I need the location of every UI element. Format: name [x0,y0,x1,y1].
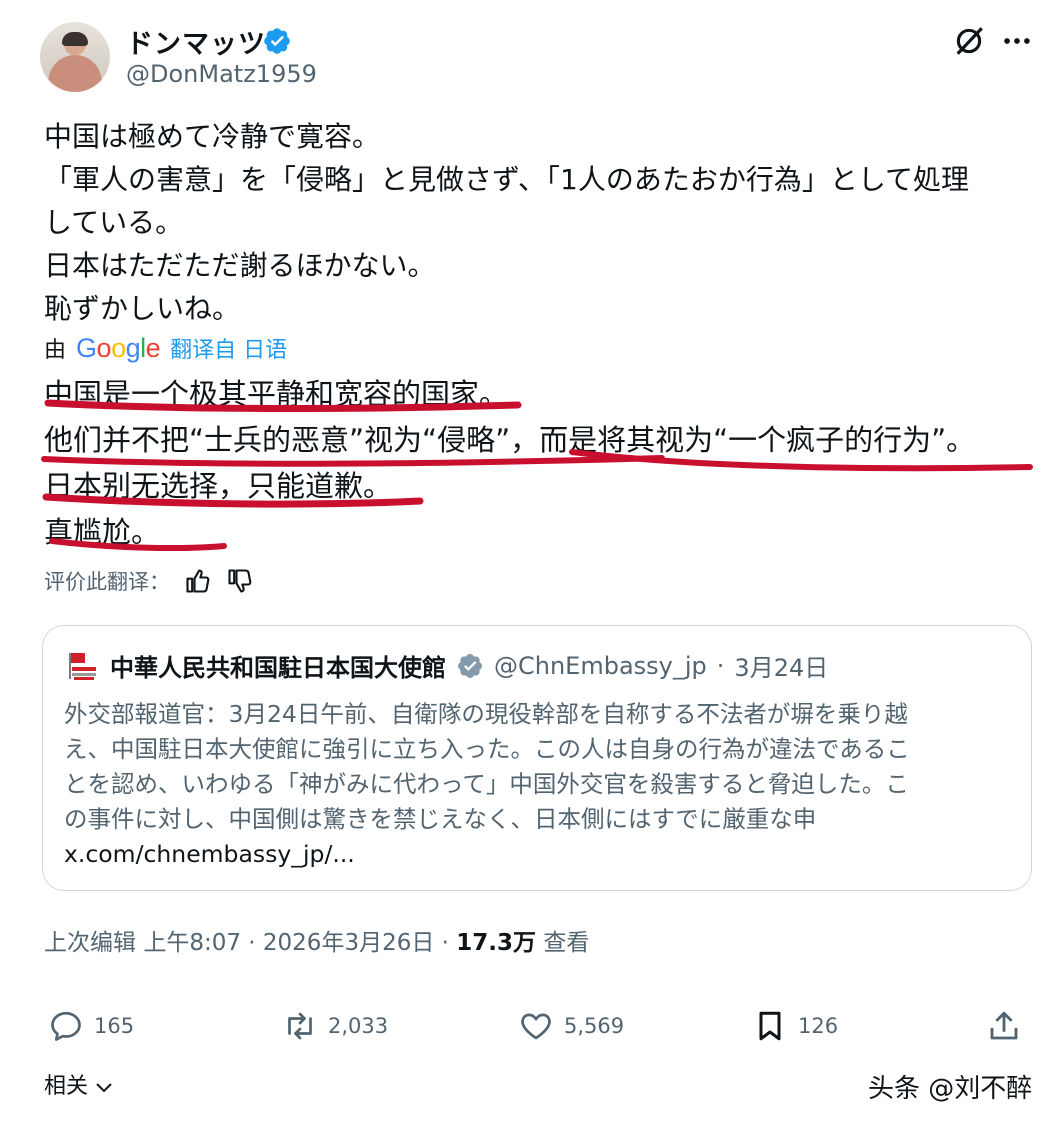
author-name[interactable]: ドンマッツ [126,22,266,61]
tweet-line: 日本はただただ謝るほかない。 [44,249,436,282]
tweet-meta: 上次编辑 上午8:07 · 2026年3月26日 · 17.3万 查看 [44,923,589,957]
chevron-down-icon [96,1083,112,1093]
quoted-author-name[interactable]: 中華人民共和国駐日本国大使館 [110,648,446,683]
repost-count: 2,033 [328,1014,389,1038]
quoted-line: の事件に対し、中国側は驚きを禁じえなく、日本側にはすでに厳重な申 [64,805,817,833]
repost-icon [288,1012,312,1040]
verified-badge-icon [264,28,290,54]
quoted-line: え、中国駐日本大使館に強引に立ち入った。この人は自身の行為が違法であるこ [64,735,910,763]
rate-translation-label: 评价此翻译： [44,570,170,594]
separator-dot: · [248,930,256,956]
avatar[interactable] [40,22,110,92]
views-count: 17.3万 [456,930,537,956]
thumbs-up-icon[interactable] [184,567,212,595]
edited-label[interactable]: 上次编辑 [44,930,136,956]
separator-dot: · [441,930,449,956]
tweet-line: している。 [44,206,184,239]
heart-icon [521,1013,551,1040]
views-label: 查看 [543,930,590,956]
translation-line: 他们并不把“士兵的恶意”视为“侵略”，而是将其视为“一个疯子的行为”。 [44,423,976,457]
translation-line: 真尴尬。 [44,515,161,549]
bookmark-icon [759,1011,781,1041]
action-bar: 165 2,033 5,569 126 [44,1008,1034,1054]
translated-by-prefix: 由 [44,338,67,363]
related-label: 相关 [44,1074,89,1099]
translation-line: 日本别无选择，只能道歉。 [44,469,393,503]
like-count: 5,569 [564,1014,625,1038]
tweet-original-text: 中国は極めて冷静で寛容。 「軍人の害意」を「侵略」と見做さず、「1人のあたおか行… [44,115,1034,330]
tweet-date[interactable]: 2026年3月26日 [263,930,434,956]
tweet-time[interactable]: 上午8:07 [143,930,241,956]
tweet-translation: 中国是一个极其平静和宽容的国家。 他们并不把“士兵的恶意”视为“侵略”，而是将其… [44,371,1054,555]
quoted-tweet-header: 中華人民共和国駐日本国大使館 @ChnEmbassy_jp · 3月24日 [66,648,828,683]
reply-icon [51,1011,81,1041]
author-handle[interactable]: @DonMatz1959 [126,60,317,88]
verified-gray-badge-icon [458,653,482,678]
translated-from-link[interactable]: 翻译自 日语 [170,332,287,364]
share-icon [990,1011,1018,1040]
rate-translation: 评价此翻译： [44,566,254,596]
tweet-line: 「軍人の害意」を「侵略」と見做さず、「1人のあたおか行為」として処理 [44,163,970,196]
share-button[interactable] [986,1008,1022,1044]
tweet-line: 恥ずかしいね。 [44,292,241,325]
watermark: 头条 @刘不醉 [868,1074,1033,1104]
google-logo: Google [76,332,161,363]
more-options-icon[interactable] [1000,24,1034,58]
quoted-tweet-body: 外交部報道官：3月24日午前、自衛隊の現役幹部を自称する不法者が塀を乗り越 え、… [64,697,1019,872]
quoted-date[interactable]: 3月24日 [734,648,828,683]
thumbs-down-icon[interactable] [226,567,254,595]
quoted-author-handle[interactable]: @ChnEmbassy_jp [494,652,707,680]
like-button[interactable]: 5,569 [518,1008,624,1044]
quoted-line: 外交部報道官：3月24日午前、自衛隊の現役幹部を自称する不法者が塀を乗り越 [64,700,908,728]
translation-line: 中国是一个极其平静和宽容的国家。 [44,377,509,411]
bookmark-button[interactable]: 126 [752,1008,838,1044]
tweet-line: 中国は極めて冷静で寛容。 [44,120,381,153]
reply-button[interactable]: 165 [48,1008,134,1044]
grok-icon[interactable] [952,24,986,58]
reply-count: 165 [94,1014,135,1038]
repost-button[interactable]: 2,033 [282,1008,388,1044]
translation-attribution: 由 Google 翻译自 日语 [44,332,287,364]
quoted-link[interactable]: x.com/chnembassy_jp/... [64,837,1019,872]
quoted-line: とを認め、いわゆる「神がみに代わって」中国外交官を殺害すると脅迫した。こ [64,770,909,798]
separator-dot: · [716,651,725,680]
related-dropdown[interactable]: 相关 [44,1068,113,1100]
embassy-emblem-icon [69,652,96,680]
bookmark-count: 126 [798,1014,839,1038]
